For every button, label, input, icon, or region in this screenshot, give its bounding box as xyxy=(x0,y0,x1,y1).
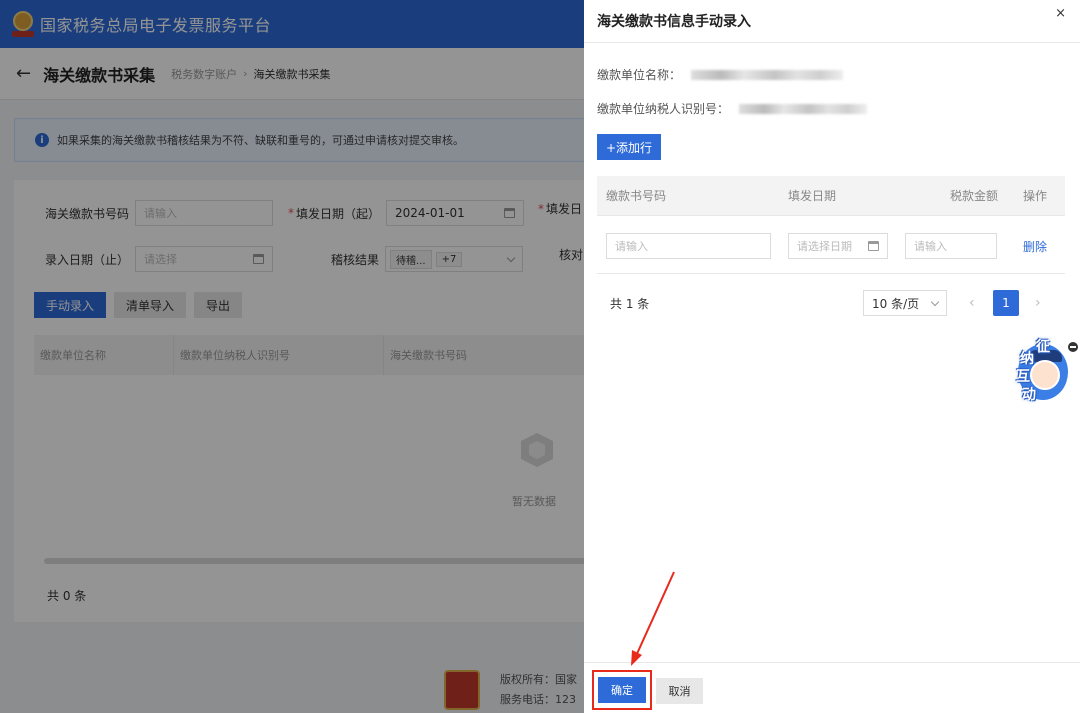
add-row-button[interactable]: +添加行 xyxy=(597,134,662,160)
col-amount: 税款金额 xyxy=(950,189,999,203)
unit-name-redacted xyxy=(691,69,844,80)
no-input[interactable]: 请输入 xyxy=(606,233,771,259)
mascot-widget[interactable]: 征 纳 互 动 xyxy=(1002,338,1080,404)
mascot-char-1: 征 xyxy=(1036,339,1050,355)
mascot-close-icon[interactable] xyxy=(1068,342,1078,352)
amount-input[interactable]: 请输入 xyxy=(905,233,997,259)
entry-table-header: 缴款书号码 填发日期 税款金额 操作 xyxy=(597,176,1065,216)
mascot-char-2: 纳 xyxy=(1020,351,1034,367)
page-size-select[interactable]: 10 条/页 xyxy=(863,290,947,316)
entry-table: 缴款书号码 填发日期 税款金额 操作 请输入 请选择日期 请输入 删除 xyxy=(597,176,1065,274)
col-op: 操作 xyxy=(1023,189,1048,203)
table-row: 请输入 请选择日期 请输入 删除 xyxy=(597,216,1065,274)
date-picker-input[interactable]: 请选择日期 xyxy=(788,233,888,259)
modal-overlay[interactable] xyxy=(0,0,584,713)
confirm-button[interactable]: 确定 xyxy=(598,677,646,703)
col-date: 填发日期 xyxy=(788,189,837,203)
close-icon[interactable]: × xyxy=(1055,6,1066,21)
unit-taxid-row: 缴款单位纳税人识别号： xyxy=(597,100,868,117)
unit-name-row: 缴款单位名称： xyxy=(597,66,844,83)
delete-row-link[interactable]: 删除 xyxy=(1023,238,1047,255)
unit-name-label: 缴款单位名称： xyxy=(597,68,682,82)
pagination: 共 1 条 10 条/页 ‹ 1 › xyxy=(597,287,1065,319)
next-page-icon[interactable]: › xyxy=(1035,295,1041,311)
drawer-title: 海关缴款书信息手动录入 xyxy=(597,14,751,30)
prev-page-icon[interactable]: ‹ xyxy=(969,295,975,311)
cancel-button[interactable]: 取消 xyxy=(656,678,703,704)
manual-entry-drawer: 海关缴款书信息手动录入 × 缴款单位名称： 缴款单位纳税人识别号： +添加行 缴… xyxy=(584,0,1080,713)
col-no: 缴款书号码 xyxy=(606,189,667,203)
page-1-button[interactable]: 1 xyxy=(993,290,1019,316)
drawer-header: 海关缴款书信息手动录入 × xyxy=(584,0,1080,43)
unit-taxid-redacted xyxy=(739,103,868,114)
calendar-icon xyxy=(868,241,879,251)
mascot-char-4: 动 xyxy=(1022,387,1036,403)
mascot-char-3: 互 xyxy=(1016,369,1030,385)
confirm-highlight-box: 确定 xyxy=(592,670,652,710)
drawer-footer: 确定 取消 xyxy=(584,662,1080,713)
total-count: 共 1 条 xyxy=(610,296,650,311)
chevron-down-icon xyxy=(930,297,940,306)
unit-taxid-label: 缴款单位纳税人识别号： xyxy=(597,102,730,116)
